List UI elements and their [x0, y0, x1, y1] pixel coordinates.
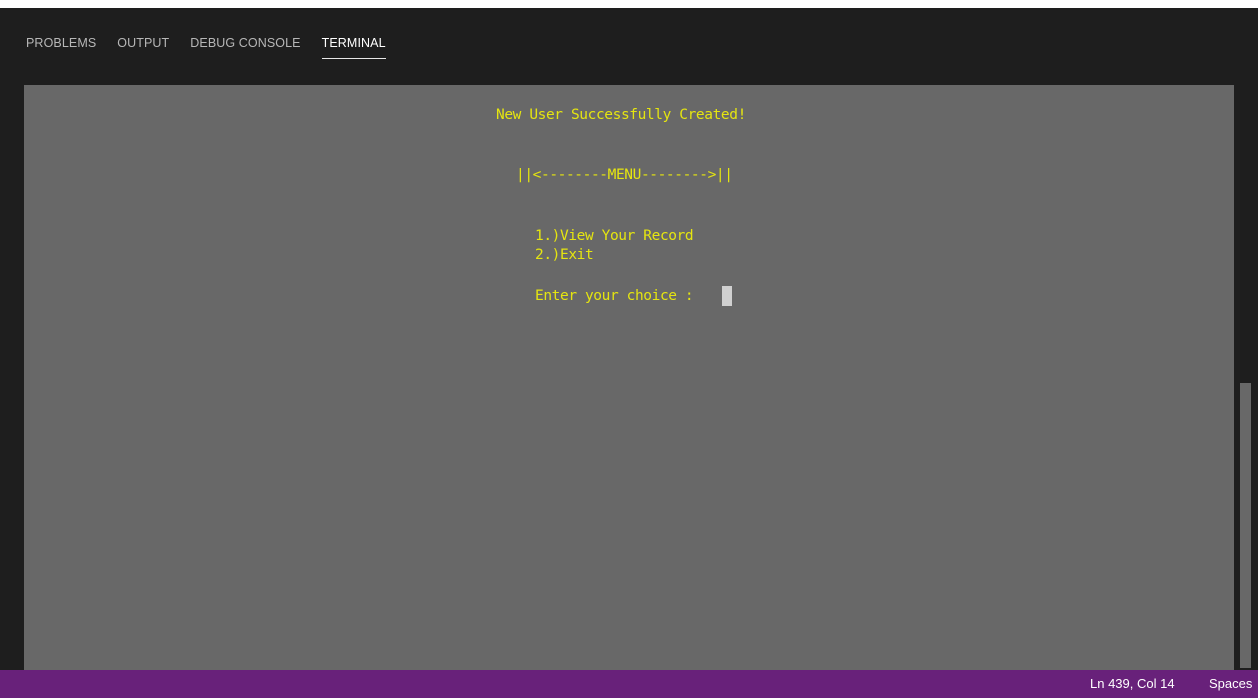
terminal-scrollbar-thumb[interactable] [1240, 383, 1251, 668]
panel-tabs: PROBLEMS OUTPUT DEBUG CONSOLE TERMINAL [26, 36, 407, 76]
terminal-line-option-2: 2.)Exit [535, 247, 594, 263]
status-indentation[interactable]: Spaces [1209, 676, 1252, 691]
tab-output[interactable]: OUTPUT [117, 36, 169, 58]
terminal-line-menu-header: ||<--------MENU-------->|| [516, 167, 733, 183]
terminal-line-prompt: Enter your choice : [535, 288, 694, 304]
terminal-line-option-1: 1.)View Your Record [535, 228, 694, 244]
terminal-cursor [722, 286, 732, 306]
tab-terminal[interactable]: TERMINAL [321, 36, 386, 59]
window-top-edge [0, 0, 1258, 8]
status-bar: Ln 439, Col 14 Spaces [0, 670, 1258, 698]
tab-problems[interactable]: PROBLEMS [26, 36, 96, 58]
tab-debug-console[interactable]: DEBUG CONSOLE [190, 36, 300, 58]
terminal-line-success: New User Successfully Created! [496, 107, 746, 123]
status-cursor-position[interactable]: Ln 439, Col 14 [1090, 676, 1175, 691]
